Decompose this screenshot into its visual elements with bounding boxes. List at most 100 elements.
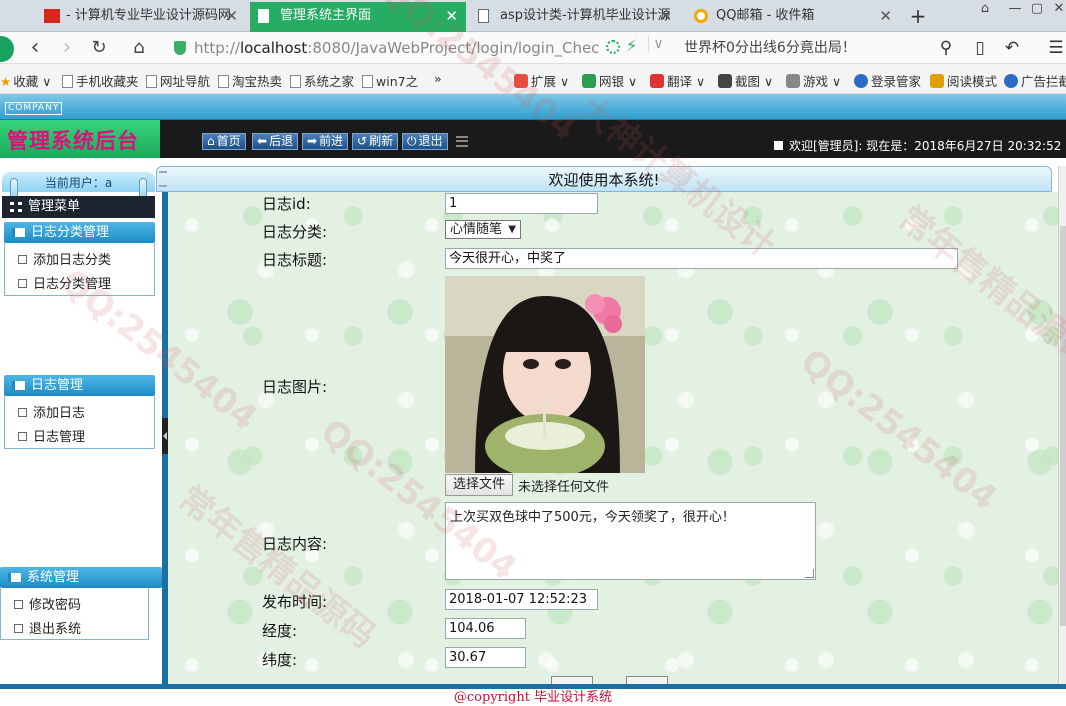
star-icon: ★ — [0, 74, 12, 89]
sidebar-item-add-category[interactable]: 添加日志分类 — [18, 249, 111, 268]
qq-mail-icon — [694, 9, 708, 23]
new-tab-button[interactable]: + — [906, 2, 930, 30]
ext-adblock[interactable]: 广告拦截 — [1004, 71, 1066, 90]
bookmark-system[interactable]: 系统之家 — [290, 71, 354, 90]
choose-file-button[interactable]: 选择文件 — [445, 474, 514, 496]
reload-icon[interactable]: ↻ — [86, 36, 112, 60]
ext-bank[interactable]: 网银 ∨ — [582, 71, 637, 90]
current-user-bar: 当前用户：a — [2, 172, 155, 204]
close-icon[interactable]: ✕ — [445, 2, 458, 30]
portrait-photo — [445, 276, 645, 473]
back-button[interactable]: ⬅ 后退 — [252, 133, 299, 150]
bookmark-icon — [218, 75, 229, 88]
item-label: 修改密码 — [29, 598, 82, 613]
bookmark-icon — [290, 75, 301, 88]
menu-icon[interactable]: ☰ — [1044, 36, 1066, 60]
ext-screenshot[interactable]: 截图 ∨ — [718, 71, 773, 90]
id-field[interactable]: 1 — [445, 193, 598, 214]
bookmark-label: 系统之家 — [304, 74, 355, 89]
scissors-icon — [718, 74, 732, 88]
window-close-icon[interactable]: ✕ — [1048, 0, 1066, 20]
secure-shield-icon — [174, 41, 186, 55]
forward-icon[interactable]: › — [54, 36, 80, 60]
arrow-right-icon: ➡ — [307, 134, 318, 148]
url-input[interactable]: http://localhost:8080/JavaWebProject/log… — [166, 35, 646, 61]
tab-label: QQ邮箱 - 收件箱 — [716, 8, 815, 23]
ext-translate[interactable]: 翻译 ∨ — [650, 71, 705, 90]
bookmark-mobile[interactable]: 手机收藏夹 — [62, 71, 139, 90]
tab-label: asp设计类-计算机毕业设计源 — [500, 8, 671, 23]
title-field[interactable]: 今天很开心，中奖了 — [445, 248, 958, 269]
menu-group-system[interactable]: 系统管理 — [0, 567, 162, 588]
minimize-icon[interactable]: — — [1004, 0, 1026, 20]
folder-icon — [12, 381, 25, 390]
button-label: 前进 — [319, 134, 344, 148]
bookmark-more[interactable]: » — [434, 71, 442, 86]
bookmark-label: 手机收藏夹 — [76, 74, 139, 89]
bookmark-win7[interactable]: win7之 — [362, 71, 418, 90]
ext-games[interactable]: 游戏 ∨ — [786, 71, 841, 90]
news-ticker[interactable]: 世界杯0分出线6分竟出局！ — [684, 35, 856, 61]
undo-icon[interactable]: ↶ — [1000, 36, 1024, 60]
home-icon[interactable]: ⌂ — [126, 36, 152, 60]
browser-tab-2[interactable]: 管理系统主界面 ✕ — [250, 2, 466, 32]
resize-grip-icon[interactable] — [805, 569, 814, 578]
bookmark-favorites[interactable]: ★ 收藏 ∨ — [0, 71, 51, 90]
ext-label: 截图 — [735, 74, 761, 89]
bookmark-label: 收藏 — [13, 74, 39, 89]
sidebar-item-logout[interactable]: 退出系统 — [14, 618, 81, 637]
bookmark-icon — [146, 75, 157, 88]
group-title: 日志分类管理 — [31, 225, 110, 240]
category-select[interactable]: 心情随笔 — [445, 220, 521, 239]
group-title: 系统管理 — [27, 570, 80, 585]
url-dropdown-icon[interactable]: ∨ — [648, 36, 668, 52]
footer-copyright: @copyright 毕业设计系统 — [0, 689, 1066, 706]
item-label: 添加日志分类 — [33, 253, 112, 268]
sidebar-item-manage-log[interactable]: 日志管理 — [18, 426, 85, 445]
ext-reading-mode[interactable]: 阅读模式 — [930, 71, 997, 90]
menu-group-log[interactable]: 日志管理 — [4, 375, 155, 396]
mobile-icon[interactable]: ▯ — [968, 36, 992, 60]
bookmark-taobao[interactable]: 淘宝热卖 — [218, 71, 282, 90]
flag-icon — [44, 9, 60, 23]
maximize-icon[interactable]: ▢ — [1026, 0, 1048, 20]
browser-tab-4[interactable]: QQ邮箱 - 收件箱 ✕ — [686, 2, 900, 32]
browser-tab-1[interactable]: - 计算机专业毕业设计源码网 ✕ — [36, 2, 246, 32]
skin-icon[interactable]: ⌂ — [974, 0, 996, 20]
main-title-bar: 欢迎使用本系统! — [156, 166, 1052, 192]
arrow-left-icon: ⬅ — [257, 134, 268, 148]
sidebar-item-manage-category[interactable]: 日志分类管理 — [18, 273, 111, 292]
item-label: 退出系统 — [29, 622, 82, 637]
longitude-field[interactable]: 104.06 — [445, 618, 526, 639]
item-icon — [18, 408, 27, 417]
brand-logo: 管理系统后台 — [0, 120, 160, 158]
close-icon[interactable]: ✕ — [659, 2, 672, 30]
sidebar-item-add-log[interactable]: 添加日志 — [18, 402, 85, 421]
menu-group-category[interactable]: 日志分类管理 — [4, 222, 155, 243]
scrollbar-thumb[interactable] — [1060, 226, 1066, 626]
ext-label: 登录管家 — [871, 74, 922, 89]
bookmark-nav[interactable]: 网址导航 — [146, 71, 210, 90]
sidebar-item-change-password[interactable]: 修改密码 — [14, 594, 81, 613]
list-icon[interactable] — [456, 136, 468, 147]
refresh-button[interactable]: ↺ 刷新 — [352, 133, 399, 150]
home-button[interactable]: ⌂ 首页 — [202, 133, 246, 150]
ext-login-manager[interactable]: 登录管家 — [854, 71, 921, 90]
adblock-icon — [1004, 74, 1018, 88]
item-label: 日志管理 — [33, 430, 86, 445]
logout-button[interactable]: ⏻ 退出 — [402, 133, 448, 150]
forward-button[interactable]: ➡ 前进 — [302, 133, 349, 150]
ext-label: 网银 — [599, 74, 625, 89]
url-host: localhost — [239, 39, 308, 57]
speed-mode-icon[interactable]: ⚡ — [626, 36, 637, 55]
search-icon[interactable]: ⚲ — [934, 36, 958, 60]
close-icon[interactable]: ✕ — [879, 2, 892, 30]
time-field[interactable]: 2018-01-07 12:52:23 — [445, 589, 598, 610]
ext-extensions[interactable]: 扩展 ∨ — [514, 71, 569, 90]
vertical-scrollbar[interactable] — [1058, 166, 1066, 684]
latitude-field[interactable]: 30.67 — [445, 647, 526, 668]
close-icon[interactable]: ✕ — [225, 2, 238, 30]
content-textarea[interactable]: 上次买双色球中了500元，今天领奖了，很开心！ — [445, 502, 816, 580]
browser-tab-3[interactable]: asp设计类-计算机毕业设计源 ✕ — [470, 2, 680, 32]
back-icon[interactable]: ‹ — [22, 36, 48, 60]
